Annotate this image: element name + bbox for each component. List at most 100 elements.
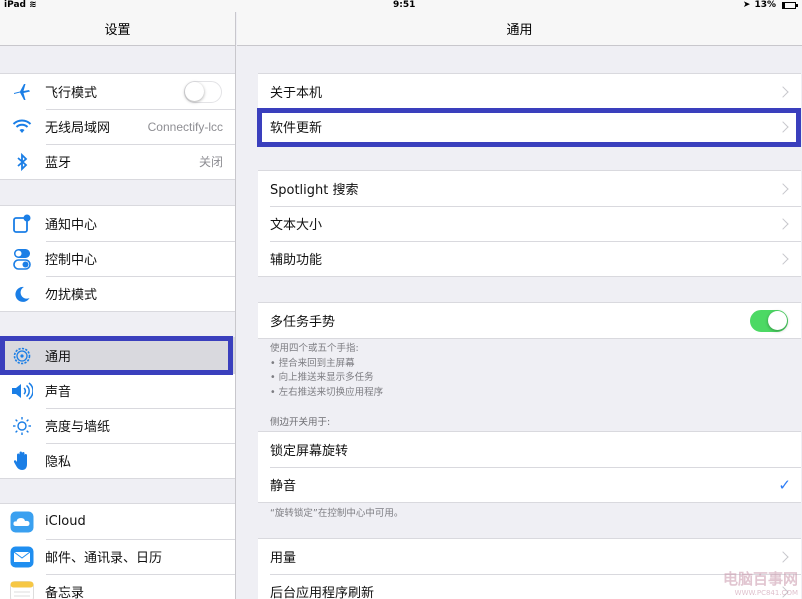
- row-software-update[interactable]: 软件更新: [258, 109, 801, 144]
- status-right: ➤ 13%: [742, 0, 798, 10]
- row-text-size[interactable]: 文本大小: [258, 206, 801, 241]
- sidebar-item-label: 邮件、通讯录、日历: [45, 551, 163, 566]
- detail-navbar: 通用: [237, 12, 802, 46]
- chevron-right-icon: [777, 182, 789, 195]
- general-detail-pane: 通用 关于本机 软件更新 Spotlight 搜索 文本大小 辅助功能 多任务手…: [237, 0, 802, 599]
- sidebar-item-label: 隐私: [45, 455, 72, 470]
- speaker-icon: [9, 380, 35, 402]
- notes-icon: [9, 580, 35, 599]
- sidebar-item-wifi[interactable]: 无线局域网 Connectify-lcc: [0, 109, 235, 144]
- row-usage[interactable]: 用量: [258, 539, 801, 574]
- row-label: 多任务手势: [270, 315, 336, 330]
- sidebar-item-label: 亮度与墙纸: [45, 420, 111, 435]
- watermark-text: 电脑百事网: [722, 570, 798, 588]
- side-switch-footer: “旋转锁定”在控制中心中可用。: [270, 508, 404, 519]
- row-multitasking-gestures: 多任务手势: [258, 303, 801, 338]
- general-group-about: 关于本机 软件更新: [258, 73, 801, 145]
- general-group-side-switch: 锁定屏幕旋转 静音 ✓: [258, 431, 801, 503]
- cloud-icon: [9, 511, 35, 533]
- status-device: iPad ≋: [4, 0, 37, 10]
- sidebar-item-label: 通用: [45, 350, 72, 365]
- airplane-icon: [9, 81, 35, 103]
- side-switch-header: 侧边开关用于:: [270, 417, 331, 428]
- footer-line: 使用四个或五个手指:: [270, 343, 359, 354]
- row-label: 静音: [270, 479, 297, 494]
- multitask-footer: 使用四个或五个手指: • 捏合来回到主屏幕 • 向上推送来显示多任务 • 左右推…: [270, 342, 383, 400]
- sidebar-item-label: 控制中心: [45, 253, 98, 268]
- sidebar-item-bluetooth[interactable]: 蓝牙 关闭: [0, 144, 235, 179]
- row-label: 关于本机: [270, 86, 323, 101]
- sidebar-item-do-not-disturb[interactable]: 勿扰模式: [0, 276, 235, 311]
- row-lock-rotation[interactable]: 锁定屏幕旋转: [258, 432, 801, 467]
- general-group-search: Spotlight 搜索 文本大小 辅助功能: [258, 170, 801, 277]
- row-spotlight-search[interactable]: Spotlight 搜索: [258, 171, 801, 206]
- sidebar-group-connectivity: 飞行模式 无线局域网 Connectify-lcc 蓝牙 关闭: [0, 73, 235, 180]
- row-label: 文本大小: [270, 218, 323, 233]
- status-bar: iPad ≋ 9:51 ➤ 13%: [0, 0, 802, 12]
- sidebar-item-general[interactable]: 通用: [0, 338, 235, 373]
- sidebar-group-general: 通用 声音 亮度与墙纸 隐私: [0, 337, 235, 479]
- mail-icon: [9, 546, 35, 568]
- sun-icon: [9, 415, 35, 437]
- sidebar-item-label: 飞行模式: [45, 86, 98, 101]
- sidebar-item-notes[interactable]: 备忘录: [0, 574, 235, 599]
- wifi-network-value: Connectify-lcc: [147, 119, 223, 134]
- footer-line: • 向上推送来显示多任务: [270, 372, 374, 383]
- sidebar-item-icloud[interactable]: iCloud: [0, 504, 235, 539]
- sidebar-item-label: iCloud: [45, 514, 86, 529]
- sidebar-item-label: 声音: [45, 385, 72, 400]
- chevron-right-icon: [777, 550, 789, 563]
- sidebar-navbar: 设置: [0, 12, 235, 46]
- sidebar-item-airplane-mode[interactable]: 飞行模式: [0, 74, 235, 109]
- footer-line: • 捏合来回到主屏幕: [270, 357, 355, 369]
- sidebar-group-centers: 通知中心 控制中心 勿扰模式: [0, 205, 235, 312]
- sidebar-item-notification-center[interactable]: 通知中心: [0, 206, 235, 241]
- chevron-right-icon: [777, 252, 789, 265]
- row-label: Spotlight 搜索: [270, 183, 359, 198]
- bluetooth-value: 关闭: [198, 155, 223, 169]
- sidebar-item-label: 备忘录: [45, 586, 85, 599]
- sidebar-title: 设置: [104, 23, 131, 38]
- airplane-mode-toggle[interactable]: [184, 80, 222, 103]
- location-icon: ➤: [742, 0, 751, 10]
- sidebar-item-privacy[interactable]: 隐私: [0, 443, 235, 478]
- chevron-right-icon: [777, 120, 789, 133]
- row-mute[interactable]: 静音 ✓: [258, 467, 801, 502]
- row-label: 辅助功能: [270, 253, 323, 268]
- row-background-app-refresh[interactable]: 后台应用程序刷新: [258, 574, 801, 599]
- sidebar-item-mail-contacts-calendar[interactable]: 邮件、通讯录、日历: [0, 539, 235, 574]
- multitasking-gestures-toggle[interactable]: [750, 309, 788, 332]
- battery-icon: [782, 1, 798, 9]
- row-accessibility[interactable]: 辅助功能: [258, 241, 801, 276]
- general-group-usage: 用量 后台应用程序刷新: [258, 538, 801, 599]
- sidebar-item-sounds[interactable]: 声音: [0, 373, 235, 408]
- control-center-icon: [9, 248, 35, 270]
- battery-percent: 13%: [754, 0, 776, 10]
- watermark-logo: 电脑百事网 WWW.PC841.COM: [723, 568, 798, 597]
- gear-icon: [9, 345, 35, 367]
- row-label: 后台应用程序刷新: [270, 586, 375, 599]
- wifi-icon: [9, 116, 35, 138]
- footer-line: • 左右推送来切换应用程序: [270, 386, 384, 398]
- hand-icon: [9, 450, 35, 472]
- sidebar-item-label: 勿扰模式: [45, 288, 98, 303]
- detail-title: 通用: [506, 23, 533, 38]
- sidebar-item-label: 无线局域网: [45, 121, 111, 136]
- sidebar-item-brightness-wallpaper[interactable]: 亮度与墙纸: [0, 408, 235, 443]
- chevron-right-icon: [777, 85, 789, 98]
- row-label: 软件更新: [270, 121, 323, 136]
- sidebar-item-label: 通知中心: [45, 218, 98, 233]
- sidebar-group-accounts: iCloud 邮件、通讯录、日历 备忘录: [0, 503, 235, 599]
- sidebar-item-control-center[interactable]: 控制中心: [0, 241, 235, 276]
- general-group-multitask: 多任务手势: [258, 302, 801, 339]
- moon-icon: [9, 283, 35, 305]
- watermark-url: WWW.PC841.COM: [734, 589, 798, 597]
- settings-sidebar: 设置 飞行模式 无线局域网 Connectify-lcc 蓝牙 关闭 通知中心 …: [0, 0, 236, 599]
- bluetooth-icon: [9, 151, 35, 173]
- wifi-status-icon: ≋: [29, 0, 37, 10]
- sidebar-item-label: 蓝牙: [45, 156, 72, 171]
- chevron-right-icon: [777, 217, 789, 230]
- notification-center-icon: [9, 213, 35, 235]
- checkmark-icon: ✓: [778, 475, 791, 494]
- row-about[interactable]: 关于本机: [258, 74, 801, 109]
